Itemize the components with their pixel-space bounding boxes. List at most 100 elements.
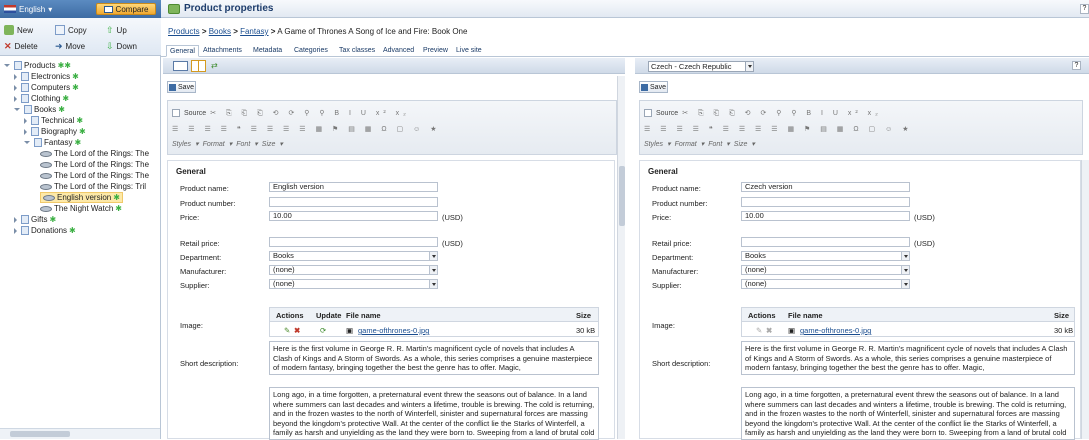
short-description-textarea[interactable]: Here is the first volume in George R. R.…: [269, 341, 599, 375]
breadcrumb-products[interactable]: Products: [168, 27, 200, 36]
attachment-grid-header: Actions Update File name Size: [270, 308, 598, 322]
format-dropdown[interactable]: Format: [675, 141, 697, 148]
tree-node-night-watch[interactable]: The Night Watch ✱: [40, 203, 122, 214]
price-input[interactable]: 10.00: [269, 211, 438, 221]
expand-icon: [14, 95, 17, 102]
breadcrumb-fantasy[interactable]: Fantasy: [240, 27, 268, 36]
scroll-thumb[interactable]: [619, 166, 625, 226]
compare-button[interactable]: Compare: [96, 3, 156, 15]
tree-node-product[interactable]: The Lord of the Rings: The: [40, 170, 149, 181]
font-dropdown[interactable]: Font: [236, 141, 250, 148]
attachment-link[interactable]: game-ofthrones-0.jpg: [358, 326, 429, 335]
font-dropdown[interactable]: Font: [708, 141, 722, 148]
breadcrumb-books[interactable]: Books: [209, 27, 231, 36]
save-button-left[interactable]: Save: [167, 81, 196, 93]
retail-price-label: Retail price:: [652, 239, 692, 248]
attachment-link[interactable]: game-ofthrones-0.jpg: [800, 326, 871, 335]
help-icon[interactable]: ?: [1072, 61, 1081, 70]
tree-node-product[interactable]: The Lord of the Rings: The: [40, 159, 149, 170]
sync-scroll-icon[interactable]: ⇄: [211, 61, 218, 70]
price-input[interactable]: 10.00: [741, 211, 910, 221]
description-editor[interactable]: Long ago, in a time forgotten, a pretern…: [269, 387, 599, 440]
tree-node-biography[interactable]: Biography ✱: [24, 126, 86, 137]
right-pane-scrollbar[interactable]: [1081, 160, 1089, 439]
product-name-input[interactable]: English version: [269, 182, 438, 192]
new-button[interactable]: New: [4, 24, 33, 36]
tab-advanced[interactable]: Advanced: [380, 45, 417, 57]
tree-node-electronics[interactable]: Electronics ✱: [14, 71, 79, 82]
tab-preview[interactable]: Preview: [420, 45, 451, 57]
tree-node-fantasy[interactable]: Fantasy ✱: [24, 137, 81, 148]
tab-tax-classes[interactable]: Tax classes: [336, 45, 378, 57]
manufacturer-select[interactable]: (none): [269, 265, 438, 275]
department-select[interactable]: Books: [741, 251, 910, 261]
tree-node-donations[interactable]: Donations ✱: [14, 225, 76, 236]
update-icon[interactable]: ⟳: [320, 326, 326, 335]
styles-dropdown[interactable]: Styles: [172, 141, 191, 148]
tab-categories[interactable]: Categories: [291, 45, 331, 57]
department-select[interactable]: Books: [269, 251, 438, 261]
manufacturer-select[interactable]: (none): [741, 265, 910, 275]
source-icon[interactable]: [172, 109, 180, 117]
down-button[interactable]: ⇩ Down: [106, 40, 137, 52]
product-number-input[interactable]: [269, 197, 438, 207]
published-icon: ✱: [58, 105, 65, 114]
tree-horizontal-scrollbar[interactable]: [0, 428, 160, 439]
format-dropdown[interactable]: Format: [203, 141, 225, 148]
description-editor[interactable]: Long ago, in a time forgotten, a pretern…: [741, 387, 1075, 440]
product-name-label: Product name:: [180, 184, 229, 193]
editor-buttons[interactable]: ✂ ⎘ ⎗ ⎗ ⟲ ⟳ ⚲ ⚲ B I U x² x₂: [210, 109, 410, 118]
horizontal-layout-icon[interactable]: [173, 61, 188, 71]
supplier-label: Supplier:: [180, 281, 210, 290]
help-icon[interactable]: ?: [1080, 4, 1089, 14]
up-button[interactable]: ⇧ Up: [106, 24, 127, 36]
folder-icon: [21, 72, 29, 81]
save-button-right[interactable]: Save: [639, 81, 668, 93]
editor-row-2: ☰ ☰ ☰ ☰ ❝ ☰ ☰ ☰ ☰ ▦ ⚑ ▤ ▦ Ω ▢ ☺ ★: [172, 123, 440, 135]
size-dropdown[interactable]: Size: [734, 141, 748, 148]
tree-node-english-version[interactable]: English version ✱: [40, 192, 123, 203]
tree-node-gifts[interactable]: Gifts ✱: [14, 214, 56, 225]
editor-format-buttons[interactable]: ☰ ☰ ☰ ☰ ❝ ☰ ☰ ☰ ☰ ▦ ⚑ ▤ ▦ Ω ▢ ☺ ★: [172, 125, 440, 133]
vertical-layout-icon[interactable]: [191, 60, 206, 72]
delete-icon[interactable]: ✖: [294, 326, 300, 335]
editor-buttons[interactable]: ✂ ⎘ ⎗ ⎗ ⟲ ⟳ ⚲ ⚲ B I U x² x₂: [682, 109, 882, 118]
image-file-icon: ▣: [346, 326, 354, 335]
move-button[interactable]: ➜ Move: [55, 40, 85, 52]
published-icon: ✱: [79, 127, 86, 136]
wysiwyg-toolbar-left: Source ✂ ⎘ ⎗ ⎗ ⟲ ⟳ ⚲ ⚲ B I U x² x₂ ☰ ☰ ☰ …: [167, 100, 617, 155]
tree-node-technical[interactable]: Technical ✱: [24, 115, 83, 126]
folder-icon: [21, 83, 29, 92]
tree-node-clothing[interactable]: Clothing ✱: [14, 93, 69, 104]
edit-icon[interactable]: ✎: [284, 326, 290, 335]
scroll-thumb[interactable]: [10, 431, 70, 437]
left-pane-scrollbar[interactable]: [617, 76, 625, 439]
product-number-label: Product number:: [180, 199, 236, 208]
source-icon[interactable]: [644, 109, 652, 117]
supplier-label: Supplier:: [652, 281, 682, 290]
copy-button[interactable]: Copy: [55, 24, 87, 36]
short-description-textarea[interactable]: Here is the first volume in George R. R.…: [741, 341, 1075, 375]
tree-node-computers[interactable]: Computers ✱: [14, 82, 79, 93]
language-selector[interactable]: English ▾: [4, 3, 64, 15]
supplier-select[interactable]: (none): [741, 279, 910, 289]
tab-attachments[interactable]: Attachments: [200, 45, 245, 57]
short-description-label: Short description:: [652, 359, 711, 368]
retail-price-input[interactable]: [741, 237, 910, 247]
supplier-select[interactable]: (none): [269, 279, 438, 289]
styles-dropdown[interactable]: Styles: [644, 141, 663, 148]
tab-live-site[interactable]: Live site: [453, 45, 485, 57]
tree-node-product[interactable]: The Lord of the Rings: Tril: [40, 181, 146, 192]
product-number-input[interactable]: [741, 197, 910, 207]
editor-format-buttons[interactable]: ☰ ☰ ☰ ☰ ❝ ☰ ☰ ☰ ☰ ▦ ⚑ ▤ ▦ Ω ▢ ☺ ★: [644, 125, 912, 133]
tab-general[interactable]: General: [166, 45, 199, 57]
delete-button[interactable]: ✕ Delete: [4, 40, 38, 52]
tree-node-products[interactable]: Products ✱✱: [4, 60, 71, 71]
tree-node-books[interactable]: Books ✱: [14, 104, 65, 115]
retail-price-input[interactable]: [269, 237, 438, 247]
culture-selector[interactable]: Czech - Czech Republic: [648, 61, 754, 72]
size-dropdown[interactable]: Size: [262, 141, 276, 148]
product-name-input[interactable]: Czech version: [741, 182, 910, 192]
tree-node-product[interactable]: The Lord of the Rings: The: [40, 148, 149, 159]
tab-metadata[interactable]: Metadata: [250, 45, 285, 57]
